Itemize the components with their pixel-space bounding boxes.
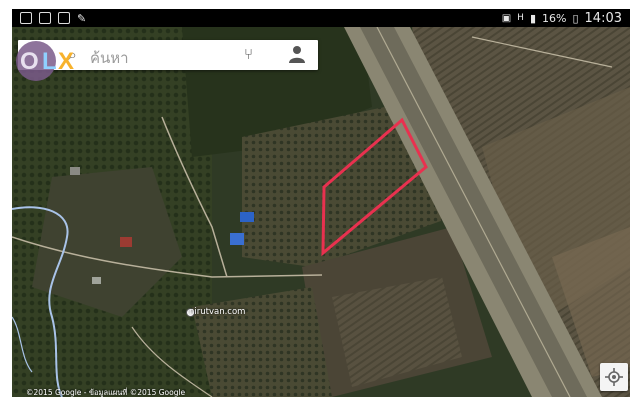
svg-text:L: L bbox=[42, 48, 57, 75]
image-notification-icon bbox=[39, 12, 51, 24]
status-bar: ✎ ▣ H ▮ 16% ▯ 14:03 bbox=[12, 9, 630, 27]
my-location-button[interactable] bbox=[600, 363, 628, 391]
nfc-icon: ▣ bbox=[501, 13, 512, 24]
notification-icons: ✎ bbox=[20, 12, 87, 25]
clock: 14:03 bbox=[584, 11, 622, 26]
download-icon bbox=[58, 12, 70, 24]
battery-icon: ▯ bbox=[572, 12, 579, 25]
system-icons: ▣ H ▮ 16% ▯ 14:03 bbox=[502, 11, 622, 26]
network-h-label: H bbox=[517, 13, 524, 23]
map-copyright: ©2015 Google - ข้อมูลแผนที่ ©2015 Google bbox=[26, 388, 186, 397]
satellite-map[interactable] bbox=[12, 27, 630, 397]
network-type-icon: H bbox=[517, 14, 524, 23]
search-input[interactable]: ค้นหา bbox=[90, 46, 129, 70]
battery-percent: 16% bbox=[542, 12, 567, 25]
crosshair-icon bbox=[605, 368, 623, 386]
svg-text:X: X bbox=[58, 48, 74, 75]
signal-icon: ▮ bbox=[529, 12, 537, 25]
notification-icon bbox=[20, 12, 32, 24]
edit-icon: ✎ bbox=[77, 12, 87, 25]
directions-icon[interactable]: ⑂ bbox=[244, 45, 253, 63]
phone-screen: ✎ ▣ H ▮ 16% ▯ 14:03 ⌕ ค้นหา ⑂ O L X niru… bbox=[12, 9, 630, 397]
account-icon[interactable] bbox=[288, 44, 306, 64]
place-label[interactable]: nirutvan.com bbox=[189, 307, 245, 317]
menu-icon[interactable] bbox=[18, 44, 30, 64]
